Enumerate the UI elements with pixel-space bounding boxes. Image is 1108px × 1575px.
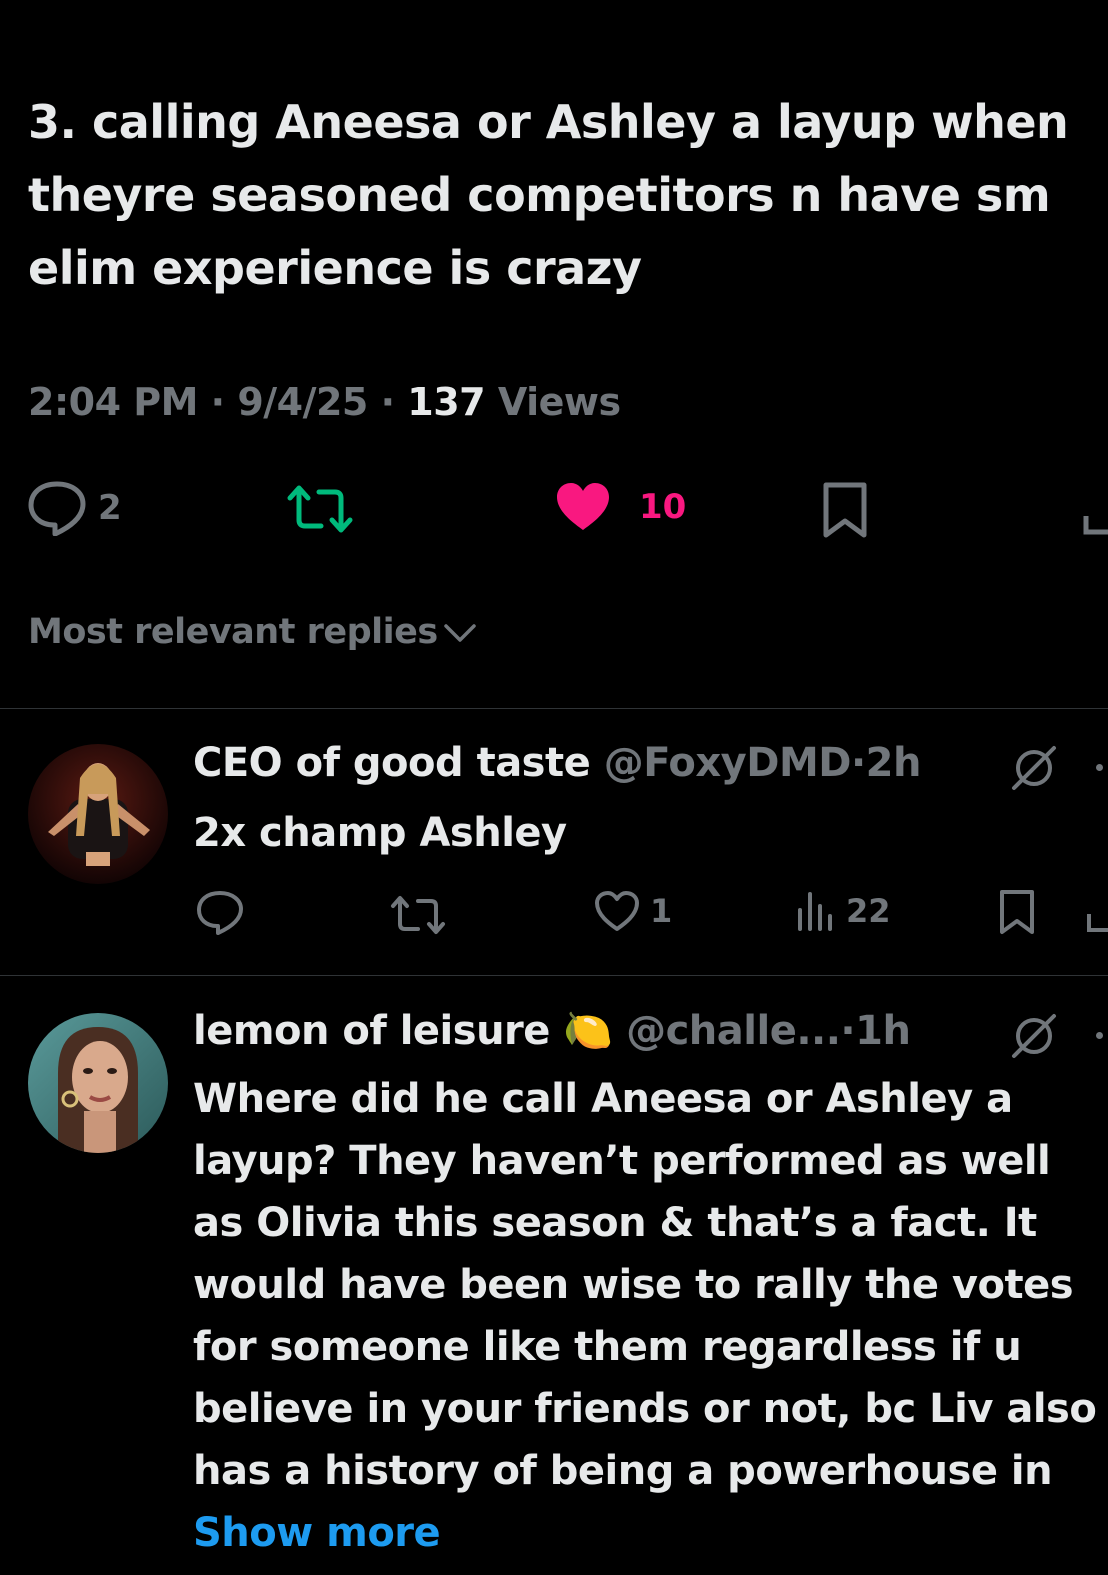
bookmark-button[interactable] xyxy=(822,481,868,539)
share-icon xyxy=(1083,516,1108,535)
separator: · xyxy=(850,740,866,786)
reply-text-content: Where did he call Aneesa or Ashley a lay… xyxy=(193,1076,1097,1494)
divider xyxy=(0,975,1108,976)
tweet-time[interactable]: 2:04 PM xyxy=(28,380,198,424)
display-name[interactable]: lemon of leisure xyxy=(193,1008,550,1054)
reply-icon xyxy=(197,891,243,935)
more-options-icon[interactable] xyxy=(1096,764,1103,771)
tweet-meta: 2:04 PM · 9/4/25 · 137 Views xyxy=(28,380,621,424)
tweet-actions: 2 10 xyxy=(0,478,1108,538)
like-count: 10 xyxy=(639,487,687,527)
divider xyxy=(0,708,1108,709)
like-count: 1 xyxy=(650,892,673,930)
reply-button[interactable] xyxy=(196,890,244,936)
show-more-link[interactable]: Show more xyxy=(193,1510,441,1556)
reply-time[interactable]: 1h xyxy=(855,1008,911,1054)
views-count: 22 xyxy=(846,892,891,930)
reply-time[interactable]: 2h xyxy=(866,740,922,786)
retweet-icon xyxy=(287,485,353,533)
display-name[interactable]: CEO of good taste xyxy=(193,740,591,786)
retweet-button[interactable] xyxy=(287,484,353,534)
grok-icon[interactable] xyxy=(1010,744,1058,792)
meta-separator: · xyxy=(210,380,225,424)
avatar[interactable] xyxy=(28,744,168,884)
bookmark-icon xyxy=(823,482,867,538)
meta-separator: · xyxy=(380,380,395,424)
avatar-image xyxy=(28,1013,168,1153)
views-button[interactable]: 22 xyxy=(796,890,891,932)
more-options-icon[interactable] xyxy=(1096,1032,1103,1039)
share-button[interactable] xyxy=(1082,496,1108,536)
user-handle[interactable]: @challe... xyxy=(626,1008,841,1054)
chevron-down-icon xyxy=(444,624,476,642)
user-handle[interactable]: @FoxyDMD xyxy=(604,740,852,786)
reply-text: Where did he call Aneesa or Ashley a lay… xyxy=(193,1068,1103,1564)
avatar-image xyxy=(28,744,168,884)
views-label[interactable]: Views xyxy=(498,380,621,424)
views-count[interactable]: 137 xyxy=(407,380,485,424)
tweet-text: 3. calling Aneesa or Ashley a layup when… xyxy=(28,95,1069,295)
like-button[interactable]: 10 xyxy=(555,482,686,532)
bookmark-button[interactable] xyxy=(998,888,1036,936)
sort-label: Most relevant replies xyxy=(28,612,438,652)
share-icon xyxy=(1087,914,1108,932)
reply-button[interactable]: 2 xyxy=(28,480,122,536)
tweet-date[interactable]: 9/4/25 xyxy=(237,380,368,424)
bookmark-icon xyxy=(1000,890,1034,934)
lemon-emoji: 🍋 xyxy=(563,1008,613,1054)
reply-header: lemon of leisure 🍋 @challe...·1h xyxy=(193,1007,911,1054)
replies-sort-toggle[interactable]: Most relevant replies xyxy=(28,612,478,652)
separator: · xyxy=(840,1008,856,1054)
share-button[interactable] xyxy=(1086,900,1108,934)
reply-header: CEO of good taste @FoxyDMD·2h xyxy=(193,740,921,786)
analytics-icon xyxy=(798,892,832,931)
reply-text: 2x champ Ashley xyxy=(193,810,567,856)
heart-icon xyxy=(595,891,639,931)
reply-icon xyxy=(28,481,86,536)
retweet-icon xyxy=(391,896,445,934)
avatar[interactable] xyxy=(28,1013,168,1153)
grok-icon[interactable] xyxy=(1010,1012,1058,1060)
reply-count: 2 xyxy=(98,488,122,528)
heart-icon xyxy=(557,483,609,530)
like-button[interactable]: 1 xyxy=(594,890,672,932)
retweet-button[interactable] xyxy=(390,894,446,936)
